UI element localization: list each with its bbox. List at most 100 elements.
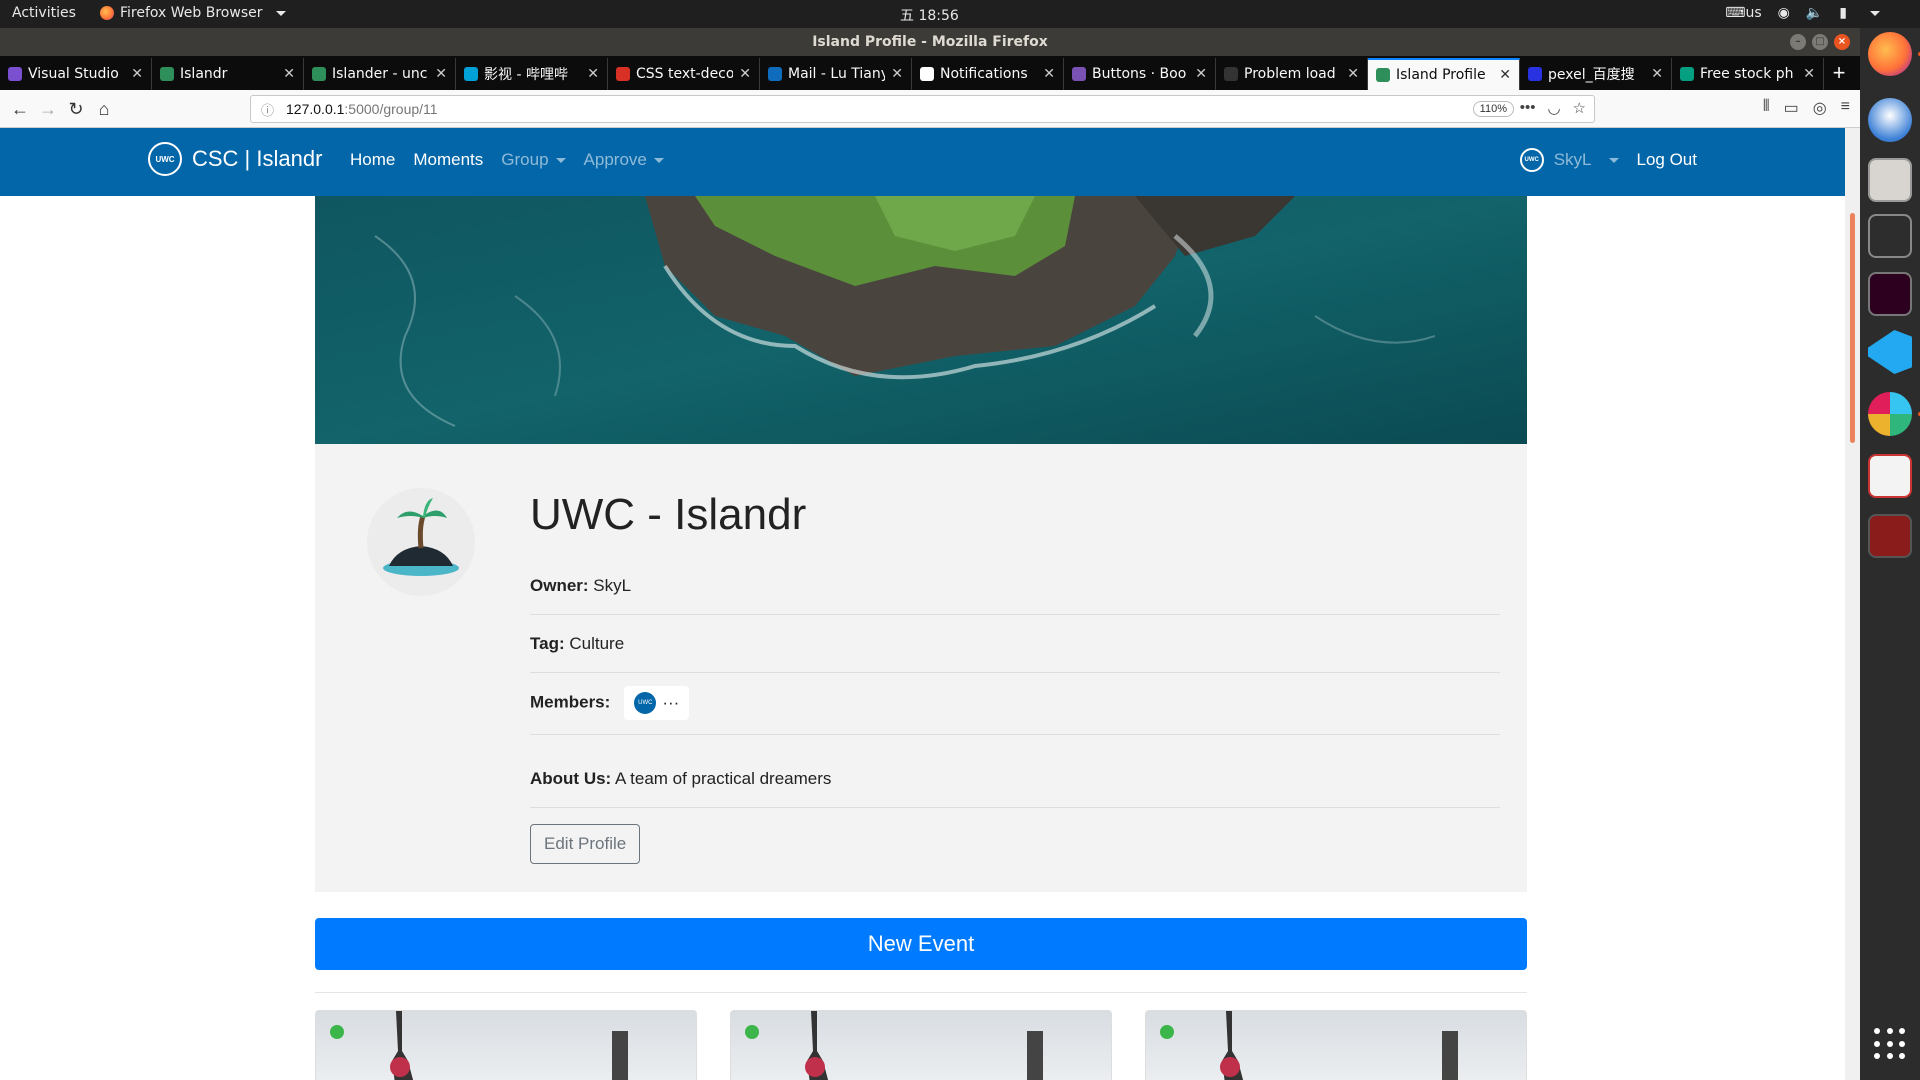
ubuntu-dock	[1860, 28, 1920, 1080]
nav-approve-dropdown[interactable]: Approve	[584, 150, 664, 170]
close-tab-icon[interactable]: ✕	[435, 66, 447, 82]
close-tab-icon[interactable]: ✕	[891, 66, 903, 82]
status-dot	[1160, 1025, 1174, 1039]
group-title: UWC - Islandr	[530, 490, 807, 539]
logout-link[interactable]: Log Out	[1637, 150, 1698, 170]
scrollbar-thumb[interactable]	[1850, 213, 1855, 443]
close-tab-icon[interactable]: ✕	[1651, 66, 1663, 82]
event-cover-image	[1220, 1011, 1458, 1080]
site-info-icon[interactable]: ⓘ	[261, 100, 274, 119]
keyboard-layout-indicator[interactable]: ⌨us	[1725, 5, 1761, 21]
tab-label: Island Profile	[1396, 67, 1486, 83]
minimize-button[interactable]: –	[1790, 34, 1806, 50]
activities-button[interactable]: Activities	[12, 5, 76, 21]
system-monitor-launcher-icon[interactable]	[1868, 214, 1912, 258]
tab[interactable]: pexel_百度搜 ✕	[1520, 58, 1672, 90]
members-more: ···	[662, 693, 680, 712]
vscode-launcher-icon[interactable]	[1868, 330, 1912, 374]
nav-group-dropdown[interactable]: Group	[501, 150, 566, 170]
uwc-logo: UWC	[148, 142, 182, 176]
pocket-icon[interactable]: ◡	[1547, 99, 1560, 117]
sidebar-icon[interactable]: ▭	[1784, 98, 1799, 118]
nav-moments[interactable]: Moments	[413, 150, 483, 170]
member-chip[interactable]: UWC ···	[624, 686, 690, 720]
tab[interactable]: 影视 - 哔哩哔 ✕	[456, 58, 608, 90]
page-scrollbar[interactable]	[1845, 128, 1860, 1080]
page-actions-icon[interactable]: •••	[1520, 99, 1536, 117]
chevron-down-icon	[275, 10, 286, 16]
tab-favicon-icon	[312, 67, 326, 81]
event-card[interactable]	[315, 1010, 697, 1080]
owner-value: SkyL	[593, 576, 632, 595]
close-tab-icon[interactable]: ✕	[739, 66, 751, 82]
tab-favicon-icon	[1376, 68, 1390, 82]
tab[interactable]: Mail - Lu Tiany ✕	[760, 58, 912, 90]
tab-label: pexel_百度搜	[1548, 67, 1635, 83]
tab[interactable]: Problem load ✕	[1216, 58, 1368, 90]
close-tab-icon[interactable]: ✕	[587, 66, 599, 82]
remote-desktop-launcher-icon[interactable]	[1868, 514, 1912, 558]
document-viewer-launcher-icon[interactable]	[1868, 454, 1912, 498]
window-titlebar: Island Profile - Mozilla Firefox – □ ×	[0, 28, 1860, 56]
system-tray[interactable]: ⌨us ◉ 🔈 ▮	[1725, 5, 1880, 21]
about-row: About Us: A team of practical dreamers	[530, 769, 1500, 808]
tab-active[interactable]: Island Profile ✕	[1368, 58, 1520, 90]
window-controls: – □ ×	[1790, 34, 1850, 50]
nav-home[interactable]: Home	[350, 150, 395, 170]
tab[interactable]: Buttons · Boo ✕	[1064, 58, 1216, 90]
tab[interactable]: Notifications ✕	[912, 58, 1064, 90]
account-icon[interactable]: ◎	[1813, 98, 1827, 118]
close-tab-icon[interactable]: ✕	[1043, 66, 1055, 82]
library-icon[interactable]: ⫴	[1763, 98, 1770, 118]
terminal-launcher-icon[interactable]	[1868, 272, 1912, 316]
close-window-button[interactable]: ×	[1834, 34, 1850, 50]
url-bar[interactable]: ⓘ 127.0.0.1:5000/group/11 110% ••• ◡ ☆	[250, 95, 1595, 123]
close-tab-icon[interactable]: ✕	[283, 66, 295, 82]
event-cover-image	[390, 1011, 628, 1080]
app-menu[interactable]: Firefox Web Browser	[100, 5, 286, 21]
tab[interactable]: Islander - unc ✕	[304, 58, 456, 90]
user-name: SkyL	[1553, 150, 1592, 169]
close-tab-icon[interactable]: ✕	[1195, 66, 1207, 82]
firefox-launcher-icon[interactable]	[1868, 32, 1920, 76]
reload-button[interactable]: ↻	[62, 95, 90, 123]
app-menu-label: Firefox Web Browser	[120, 5, 263, 21]
tab[interactable]: Visual Studio ✕	[0, 58, 152, 90]
zoom-indicator[interactable]: 110%	[1472, 101, 1514, 117]
browser-toolbar: ← → ↻ ⌂ ⓘ 127.0.0.1:5000/group/11 110% •…	[0, 90, 1860, 128]
tab[interactable]: Islandr ✕	[152, 58, 304, 90]
forward-button[interactable]: →	[34, 95, 62, 123]
tab-strip: Visual Studio ✕ Islandr ✕ Islander - unc ✕ 影视 …	[0, 56, 1860, 90]
url-path: :5000/group/11	[344, 101, 438, 117]
menu-icon[interactable]: ≡	[1841, 98, 1850, 118]
edit-profile-button[interactable]: Edit Profile	[530, 824, 641, 864]
show-applications-icon[interactable]	[1874, 1028, 1906, 1060]
close-tab-icon[interactable]: ✕	[1803, 66, 1815, 82]
maximize-button[interactable]: □	[1812, 34, 1828, 50]
event-card[interactable]	[1145, 1010, 1527, 1080]
member-avatar: UWC	[634, 692, 657, 714]
event-cover-image	[805, 1011, 1043, 1080]
page-viewport: UWC CSC | Islandr Home Moments Group App…	[0, 128, 1845, 1080]
close-tab-icon[interactable]: ✕	[1347, 66, 1359, 82]
clock[interactable]: 五 18:56	[900, 5, 959, 25]
bookmark-star-icon[interactable]: ☆	[1573, 99, 1586, 117]
thunderbird-launcher-icon[interactable]	[1868, 98, 1912, 142]
close-tab-icon[interactable]: ✕	[1499, 67, 1511, 83]
profile-card: UWC - Islandr Owner: SkyL Tag: Culture M…	[315, 444, 1527, 892]
tab[interactable]: Free stock ph ✕	[1672, 58, 1824, 90]
new-event-button[interactable]: New Event	[315, 918, 1527, 970]
event-card[interactable]	[730, 1010, 1112, 1080]
back-button[interactable]: ←	[6, 95, 34, 123]
file-manager-launcher-icon[interactable]	[1868, 158, 1912, 202]
site-brand[interactable]: UWC CSC | Islandr	[148, 142, 322, 176]
tab-favicon-icon	[8, 67, 22, 81]
slack-launcher-icon[interactable]	[1868, 392, 1920, 436]
user-dropdown[interactable]: UWC SkyL	[1519, 148, 1619, 172]
site-nav-links: Home Moments Group Approve	[350, 150, 664, 170]
user-avatar: UWC	[1519, 148, 1544, 172]
tab[interactable]: CSS text-deco ✕	[608, 58, 760, 90]
new-tab-button[interactable]: +	[1824, 58, 1854, 90]
close-tab-icon[interactable]: ✕	[131, 66, 143, 82]
home-button[interactable]: ⌂	[90, 95, 118, 123]
